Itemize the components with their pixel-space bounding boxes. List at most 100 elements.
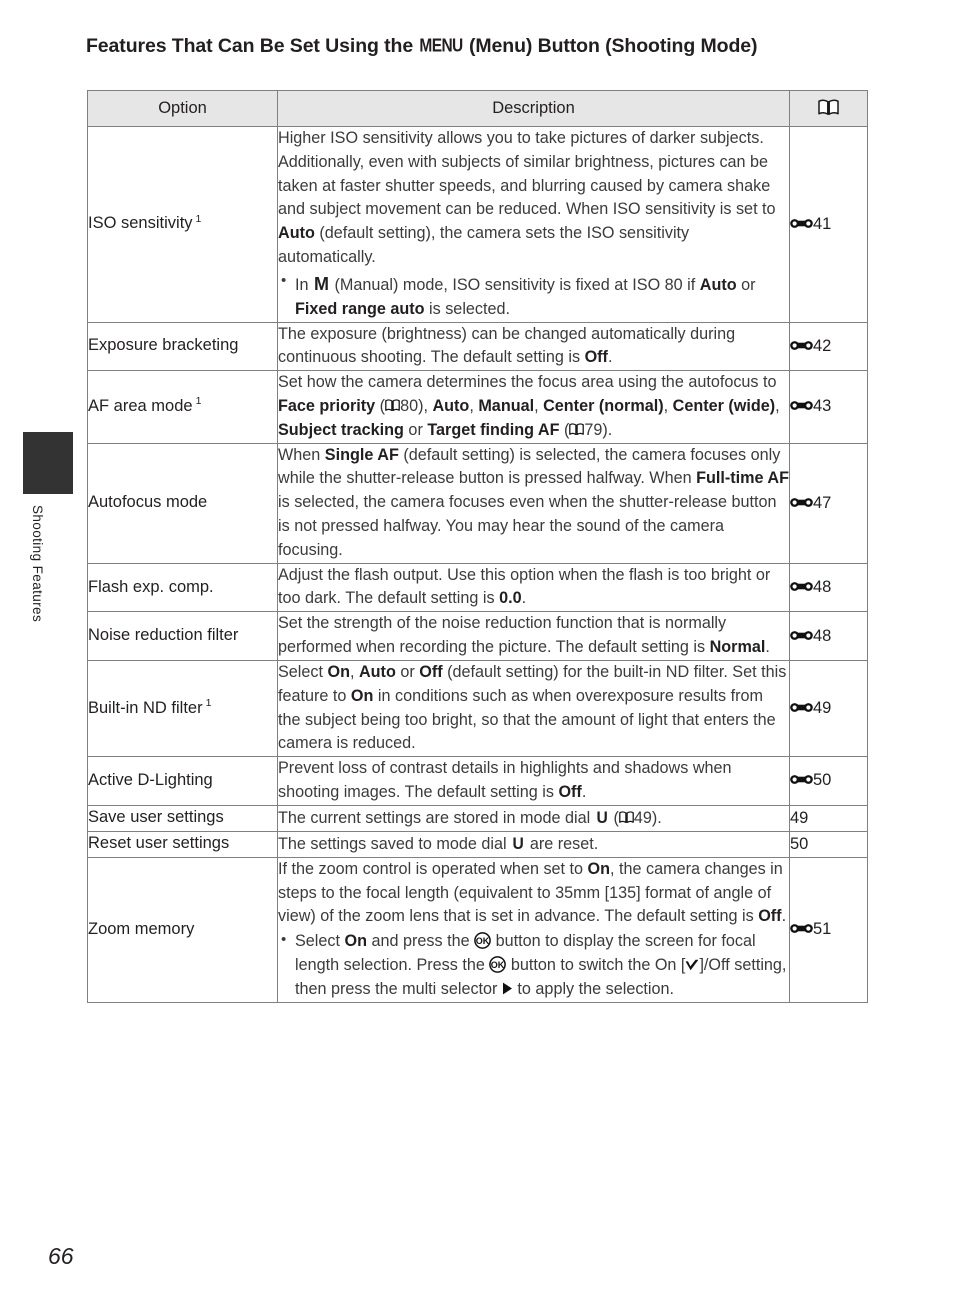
checkmark-icon: [685, 959, 699, 971]
reference-cell: 42: [789, 321, 868, 372]
option-cell: Autofocus mode: [87, 442, 278, 564]
description-paragraph: When Single AF (default setting) is sele…: [278, 445, 790, 559]
menu-button-icon: MENU: [419, 35, 463, 57]
reference-page: 50: [813, 771, 832, 790]
reference-section-icon: [790, 922, 813, 935]
description-paragraph: Prevent loss of contrast details in high…: [278, 759, 732, 801]
option-cell: Exposure bracketing: [87, 321, 278, 372]
description-paragraph: Set the strength of the noise reduction …: [278, 614, 770, 657]
option-footnote: 1: [195, 212, 202, 225]
reference-page: 48: [813, 577, 832, 596]
reference-section-icon: [790, 773, 813, 786]
reference-page: 50: [790, 834, 809, 853]
manual-mode-icon: M: [314, 273, 329, 294]
ok-button-icon: OK: [474, 932, 491, 950]
table-row: Save user settings The current settings …: [87, 804, 868, 832]
column-header-description-label: Description: [492, 99, 575, 118]
reference-section-icon: [790, 629, 813, 642]
table-row: Autofocus mode When Single AF (default s…: [87, 442, 868, 564]
reference-cell: 51: [789, 856, 868, 1003]
option-cell: ISO sensitivity 1: [87, 126, 278, 323]
option-footnote: 1: [205, 697, 212, 710]
reference-section-icon: [790, 496, 813, 509]
table-row: ISO sensitivity 1 Higher ISO sensitivity …: [87, 126, 868, 323]
option-cell: Reset user settings: [87, 830, 278, 858]
option-label: Save user settings: [88, 808, 224, 827]
option-footnote: 1: [195, 395, 202, 408]
option-label: Built-in ND filter: [88, 698, 203, 717]
inline-page-ref: 49: [633, 808, 652, 827]
table-header-row: Option Description: [87, 90, 868, 127]
option-cell: Active D-Lighting: [87, 756, 278, 806]
table-row: Zoom memory If the zoom control is opera…: [87, 856, 868, 1003]
column-header-option-label: Option: [158, 99, 207, 118]
option-label: ISO sensitivity: [88, 214, 193, 233]
description-paragraph: Adjust the flash output. Use this option…: [278, 565, 771, 608]
description-cell: Select On, Auto or Off (default setting)…: [277, 659, 790, 758]
reference-cell: 49: [789, 804, 868, 832]
svg-text:OK: OK: [491, 960, 505, 970]
description-cell: When Single AF (default setting) is sele…: [277, 442, 790, 564]
book-icon: [569, 423, 585, 436]
column-header-option: Option: [87, 90, 278, 127]
table-row: Noise reduction filter Set the strength …: [87, 611, 868, 661]
reference-section-icon: [790, 217, 813, 230]
reference-cell: 48: [789, 611, 868, 661]
user-settings-mode-icon: U: [596, 807, 608, 827]
column-header-reference: [789, 90, 868, 127]
reference-page: 49: [813, 699, 832, 717]
book-icon: [385, 399, 400, 412]
description-paragraph: Select On, Auto or Off (default setting)…: [278, 662, 787, 753]
option-label: AF area mode: [88, 396, 193, 415]
user-settings-mode-icon: U: [512, 833, 524, 853]
chapter-label: Shooting Features: [30, 505, 45, 623]
option-cell: Zoom memory: [87, 856, 278, 1003]
option-cell: Built-in ND filter 1: [87, 659, 278, 758]
description-cell: The exposure (brightness) can be changed…: [277, 321, 790, 372]
column-header-description: Description: [277, 90, 790, 127]
option-label: Reset user settings: [88, 834, 230, 853]
option-label: Flash exp. comp.: [88, 577, 214, 596]
table-header: Option Description: [87, 90, 868, 127]
table-row: Built-in ND filter 1 Select On, Auto or O…: [87, 659, 868, 758]
description-bullet: In M (Manual) mode, ISO sensitivity is f…: [278, 270, 789, 322]
reference-cell: 43: [789, 370, 868, 444]
reference-section-icon: [790, 339, 813, 352]
reference-cell: 49: [789, 659, 868, 758]
reference-page: 43: [813, 397, 832, 416]
page-title: Features That Can Be Set Using the MENU …: [86, 35, 886, 58]
reference-page: 41: [813, 214, 832, 233]
book-icon: [818, 99, 839, 116]
page-title-suffix: (Menu) Button (Shooting Mode): [463, 35, 758, 58]
description-cell: Set the strength of the noise reduction …: [277, 611, 790, 661]
description-cell: Adjust the flash output. Use this option…: [277, 562, 790, 613]
description-paragraph: Higher ISO sensitivity allows you to tak…: [278, 129, 776, 267]
table-row: Active D-Lighting Prevent loss of contra…: [87, 756, 868, 806]
description-paragraph: The settings saved to mode dial U are re…: [278, 832, 789, 857]
reference-section-icon: [790, 701, 813, 714]
page-title-prefix: Features That Can Be Set Using the: [86, 35, 419, 58]
ok-button-icon: OK: [489, 956, 507, 973]
book-icon: [619, 811, 634, 824]
reference-cell: 50: [789, 830, 868, 858]
inline-page-ref: 80: [400, 396, 419, 415]
table-body: ISO sensitivity 1 Higher ISO sensitivity …: [87, 126, 868, 1003]
description-paragraph: If the zoom control is operated when set…: [278, 859, 787, 926]
description-paragraph: The exposure (brightness) can be changed…: [278, 324, 736, 367]
description-cell: The current settings are stored in mode …: [277, 804, 790, 832]
description-paragraph: Set how the camera determines the focus …: [278, 373, 780, 439]
reference-cell: 47: [789, 442, 868, 564]
option-label: Exposure bracketing: [88, 336, 239, 355]
reference-page: 47: [813, 493, 832, 512]
svg-text:OK: OK: [476, 936, 490, 946]
option-cell: Save user settings: [87, 804, 278, 832]
option-cell: Noise reduction filter: [87, 611, 278, 661]
description-paragraph: The current settings are stored in mode …: [278, 806, 789, 831]
option-cell: AF area mode 1: [87, 370, 278, 444]
multi-selector-right-icon: [502, 982, 513, 995]
description-bullet: Select On and press the OK button to dis…: [278, 929, 789, 1001]
table-row: Exposure bracketing The exposure (bright…: [87, 321, 868, 372]
page-number: 66: [48, 1243, 74, 1269]
description-cell: Prevent loss of contrast details in high…: [277, 756, 790, 806]
option-cell: Flash exp. comp.: [87, 562, 278, 613]
